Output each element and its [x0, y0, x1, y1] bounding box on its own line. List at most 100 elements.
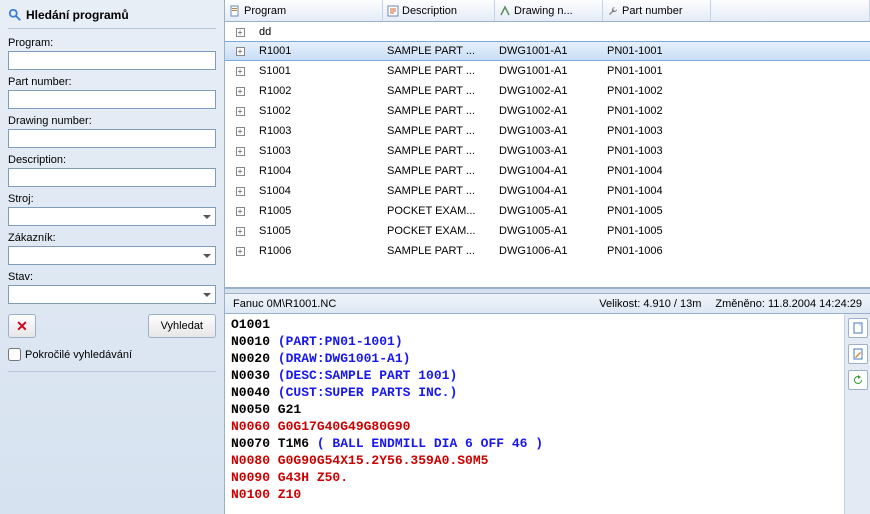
cell-description: SAMPLE PART ... [383, 45, 495, 57]
wrench-icon [607, 5, 619, 17]
label-description: Description: [8, 154, 216, 166]
cell-description: SAMPLE PART ... [383, 85, 495, 97]
cell-description: POCKET EXAM... [383, 225, 495, 237]
input-part-number[interactable] [8, 90, 216, 109]
expand-icon[interactable]: + [236, 227, 245, 236]
sidebar-title: Hledání programů [8, 4, 216, 29]
note-icon [387, 5, 399, 17]
cell-drawing: DWG1001-A1 [495, 65, 603, 77]
cell-description: SAMPLE PART ... [383, 185, 495, 197]
table-row[interactable]: + S1005POCKET EXAM...DWG1005-A1PN01-1005 [225, 221, 870, 241]
cell-drawing: DWG1004-A1 [495, 185, 603, 197]
dropdown-stroj[interactable] [8, 207, 216, 226]
cell-part: PN01-1001 [603, 45, 711, 57]
cell-drawing: DWG1005-A1 [495, 225, 603, 237]
tool-refresh-button[interactable] [848, 370, 868, 390]
expand-icon[interactable]: + [236, 47, 245, 56]
search-button[interactable]: Vyhledat [148, 314, 216, 338]
table-row[interactable]: + S1002SAMPLE PART ...DWG1002-A1PN01-1002 [225, 101, 870, 121]
col-description[interactable]: Description [383, 0, 495, 21]
cell-part: PN01-1006 [603, 245, 711, 257]
code-toolbar [844, 314, 870, 514]
tool-open-button[interactable] [848, 318, 868, 338]
table-row[interactable]: + dd [225, 22, 870, 42]
cell-part: PN01-1002 [603, 85, 711, 97]
status-size: Velikost: 4.910 / 13m [599, 298, 701, 310]
cell-drawing: DWG1002-A1 [495, 105, 603, 117]
drawing-icon [499, 5, 511, 17]
expand-icon[interactable]: + [236, 28, 245, 37]
cell-description: SAMPLE PART ... [383, 105, 495, 117]
cell-program: dd [255, 26, 383, 38]
cell-part: PN01-1001 [603, 65, 711, 77]
expand-icon[interactable]: + [236, 167, 245, 176]
expand-icon[interactable]: + [236, 247, 245, 256]
cell-part: PN01-1004 [603, 165, 711, 177]
page-icon [852, 322, 864, 334]
col-spacer [711, 0, 870, 21]
cell-part: PN01-1005 [603, 205, 711, 217]
cell-drawing: DWG1004-A1 [495, 165, 603, 177]
cell-part: PN01-1005 [603, 225, 711, 237]
cell-description: SAMPLE PART ... [383, 165, 495, 177]
col-program-label: Program [244, 5, 286, 17]
cell-drawing: DWG1005-A1 [495, 205, 603, 217]
cell-drawing: DWG1003-A1 [495, 145, 603, 157]
cell-program: S1002 [255, 105, 383, 117]
cell-program: S1001 [255, 65, 383, 77]
dropdown-zakaznik[interactable] [8, 246, 216, 265]
checkbox-advanced[interactable] [8, 348, 21, 361]
cell-drawing: DWG1001-A1 [495, 45, 603, 57]
col-part-label: Part number [622, 5, 683, 17]
dropdown-stav[interactable] [8, 285, 216, 304]
cell-part: PN01-1002 [603, 105, 711, 117]
label-drawing-number: Drawing number: [8, 115, 216, 127]
sidebar-title-text: Hledání programů [26, 8, 129, 22]
cell-program: R1002 [255, 85, 383, 97]
col-drawing[interactable]: Drawing n... [495, 0, 603, 21]
pencil-icon [852, 348, 864, 360]
expand-icon[interactable]: + [236, 67, 245, 76]
label-advanced: Pokročilé vyhledávání [25, 349, 132, 361]
status-path: Fanuc 0M\R1001.NC [233, 298, 599, 310]
cell-description: SAMPLE PART ... [383, 145, 495, 157]
cell-program: R1003 [255, 125, 383, 137]
cell-program: R1001 [255, 45, 383, 57]
label-program: Program: [8, 37, 216, 49]
grid-body[interactable]: +dd+R1001SAMPLE PART ...DWG1001-A1PN01-1… [225, 22, 870, 287]
input-program[interactable] [8, 51, 216, 70]
table-row[interactable]: +S1004SAMPLE PART ...DWG1004-A1PN01-1004 [225, 181, 870, 201]
code-viewer[interactable]: O1001N0010 (PART:PN01-1001)N0020 (DRAW:D… [225, 314, 844, 514]
expand-icon[interactable]: + [236, 207, 245, 216]
status-changed: Změněno: 11.8.2004 14:24:29 [715, 298, 862, 310]
refresh-icon [852, 374, 864, 386]
cell-description: SAMPLE PART ... [383, 245, 495, 257]
cell-description: SAMPLE PART ... [383, 65, 495, 77]
input-drawing-number[interactable] [8, 129, 216, 148]
table-row[interactable]: +R1006SAMPLE PART ...DWG1006-A1PN01-1006 [225, 241, 870, 261]
col-program[interactable]: Program [225, 0, 383, 21]
table-row[interactable]: +S1003SAMPLE PART ...DWG1003-A1PN01-1003 [225, 141, 870, 161]
expand-icon[interactable]: + [236, 107, 245, 116]
cell-description: POCKET EXAM... [383, 205, 495, 217]
expand-icon[interactable]: + [236, 187, 245, 196]
cell-program: R1004 [255, 165, 383, 177]
label-stav: Stav: [8, 271, 216, 283]
table-row[interactable]: +R1003SAMPLE PART ...DWG1003-A1PN01-1003 [225, 121, 870, 141]
expand-icon[interactable]: + [236, 87, 245, 96]
clear-button[interactable]: ✕ [8, 314, 36, 338]
table-row[interactable]: + R1004SAMPLE PART ...DWG1004-A1PN01-1004 [225, 161, 870, 181]
table-row[interactable]: + R1001SAMPLE PART ...DWG1001-A1PN01-1001 [225, 41, 870, 61]
expand-icon[interactable]: + [236, 147, 245, 156]
status-bar: Fanuc 0M\R1001.NC Velikost: 4.910 / 13m … [225, 294, 870, 314]
expand-icon[interactable]: + [236, 127, 245, 136]
col-description-label: Description [402, 5, 457, 17]
table-row[interactable]: +R1005POCKET EXAM...DWG1005-A1PN01-1005 [225, 201, 870, 221]
input-description[interactable] [8, 168, 216, 187]
table-row[interactable]: + S1001SAMPLE PART ...DWG1001-A1PN01-1001 [225, 61, 870, 81]
cell-program: S1005 [255, 225, 383, 237]
table-row[interactable]: +R1002SAMPLE PART ...DWG1002-A1PN01-1002 [225, 81, 870, 101]
tool-edit-button[interactable] [848, 344, 868, 364]
col-part[interactable]: Part number [603, 0, 711, 21]
grid-header: Program Description Drawing n... Part nu… [225, 0, 870, 22]
